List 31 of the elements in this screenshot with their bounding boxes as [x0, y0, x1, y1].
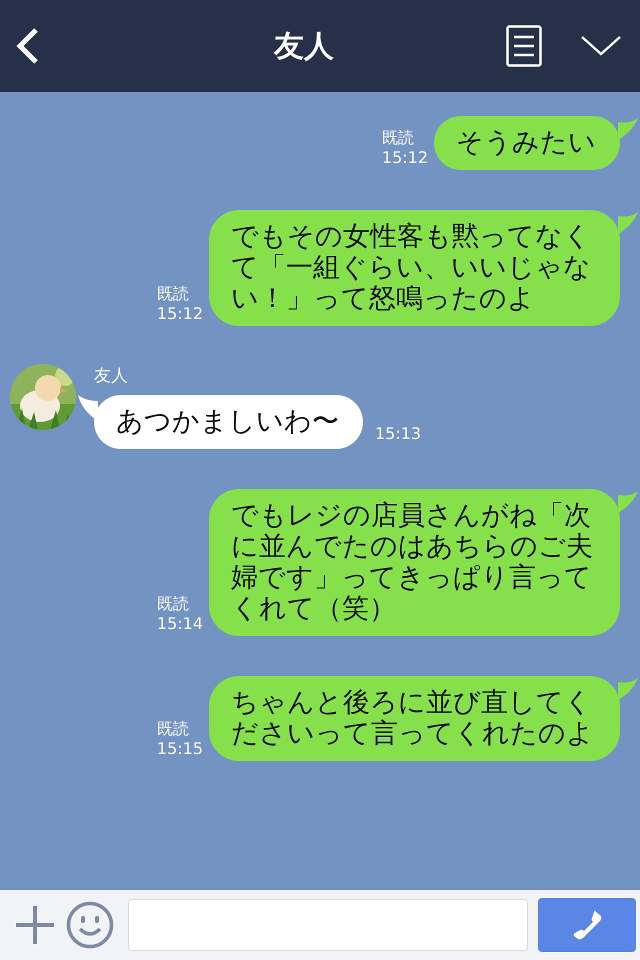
smiley-icon	[66, 901, 114, 949]
chat-title: 友人	[272, 28, 335, 66]
bubble-tail	[618, 491, 638, 513]
read-label: 既読	[156, 284, 190, 304]
read-label: 既読	[156, 719, 190, 739]
add-button[interactable]	[14, 904, 56, 946]
sender-name: 友人	[94, 365, 129, 387]
menu-button[interactable]	[506, 25, 542, 67]
sent-message-bubble: でもレジの店員さんがね「次に並んでたのはあちらのご夫婦です」ってきっぱり言ってくれて（笑）	[209, 489, 620, 636]
emoji-button[interactable]	[66, 901, 114, 949]
bubble-tail	[618, 212, 638, 234]
message-input[interactable]	[128, 899, 528, 951]
bubble-tail	[618, 678, 638, 700]
bubble-tail	[78, 395, 98, 421]
plus-icon	[14, 904, 56, 946]
read-label: 既読	[156, 594, 190, 614]
menu-icon	[506, 25, 542, 67]
read-label: 既読	[382, 128, 415, 148]
chevron-down-button[interactable]	[580, 34, 622, 58]
call-button[interactable]	[538, 898, 636, 952]
sent-message-bubble: そうみたい	[434, 116, 620, 170]
message-time: 15:13	[375, 424, 422, 445]
message-time: 15:14	[156, 614, 203, 634]
sent-message-bubble: でもその女性客も黙ってなくて「一組ぐらい、いいじゃない！」って怒鳴ったのよ	[209, 210, 620, 326]
message-time: 15:15	[156, 739, 203, 759]
received-message-bubble: あつかましいわ〜	[94, 395, 363, 449]
chevron-down-icon	[580, 34, 622, 58]
message-time: 15:12	[382, 148, 428, 168]
bubble-tail	[618, 118, 638, 140]
sent-message-bubble: ちゃんと後ろに並び直してくださいって言ってくれたのよ	[209, 676, 620, 761]
message-time: 15:12	[156, 304, 203, 324]
